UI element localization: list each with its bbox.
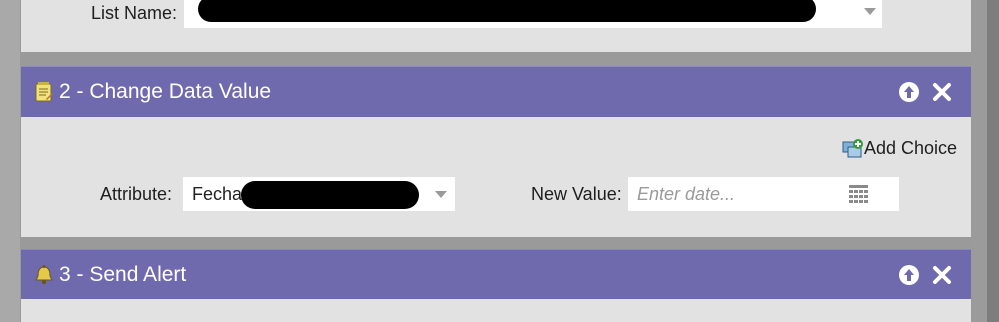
step-3-header: 3 - Send Alert bbox=[21, 249, 971, 300]
arrow-up-circle-icon[interactable] bbox=[898, 264, 920, 286]
date-placeholder: Enter date... bbox=[637, 184, 736, 204]
chevron-down-icon[interactable] bbox=[435, 191, 447, 198]
close-icon[interactable] bbox=[931, 264, 953, 286]
arrow-up-circle-icon[interactable] bbox=[898, 81, 920, 103]
step-1-panel: List Name: bbox=[21, 0, 971, 52]
attribute-label: Attribute: bbox=[100, 184, 173, 204]
right-gutter bbox=[971, 0, 999, 322]
redaction-mark bbox=[241, 181, 419, 209]
bell-icon bbox=[35, 265, 53, 285]
redaction-mark bbox=[198, 0, 816, 22]
notepad-icon bbox=[35, 82, 53, 102]
list-name-label: List Name: bbox=[91, 3, 178, 23]
flow-steps-editor: List Name: 2 - Change Data Value Add Cho… bbox=[0, 0, 999, 322]
attribute-select[interactable]: Fecha bbox=[183, 177, 455, 211]
step-2-title: 2 - Change Data Value bbox=[59, 80, 272, 103]
scrollbar-track[interactable] bbox=[987, 0, 999, 322]
add-choice-label: Add Choice bbox=[864, 138, 958, 158]
attribute-value: Fecha bbox=[192, 184, 243, 204]
step-2-header: 2 - Change Data Value bbox=[21, 66, 971, 117]
step-3-title: 3 - Send Alert bbox=[59, 263, 187, 286]
step-3-panel bbox=[21, 299, 971, 322]
list-name-select[interactable] bbox=[184, 0, 882, 28]
left-gutter bbox=[0, 0, 20, 322]
calendar-icon[interactable] bbox=[849, 185, 868, 203]
close-icon[interactable] bbox=[931, 81, 953, 103]
chevron-down-icon[interactable] bbox=[864, 8, 876, 15]
new-value-date-input[interactable]: Enter date... bbox=[628, 177, 899, 211]
new-value-label: New Value: bbox=[531, 184, 622, 204]
add-choice-icon bbox=[842, 139, 863, 158]
